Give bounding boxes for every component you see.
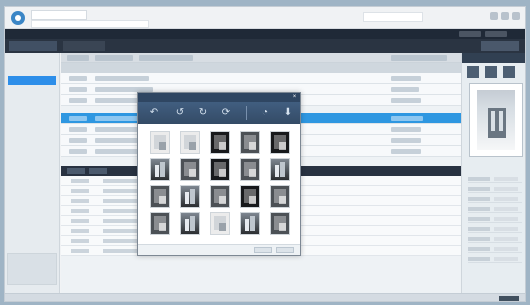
detail-row (468, 246, 522, 253)
image-thumbnail[interactable] (270, 131, 290, 154)
status-bar (5, 293, 525, 301)
detail-row (468, 226, 522, 233)
content-toolbar (61, 53, 461, 63)
preview-card[interactable] (469, 83, 523, 157)
image-thumbnail[interactable] (270, 212, 290, 235)
image-thumbnail[interactable] (150, 185, 170, 208)
address-bar[interactable] (31, 20, 149, 28)
grid-header (61, 63, 461, 73)
image-thumbnail[interactable] (210, 158, 230, 181)
detail-row (468, 196, 522, 203)
dialog-title (138, 93, 300, 102)
thumbnail-grid (145, 131, 295, 239)
toolbar-search[interactable] (139, 55, 193, 61)
image-thumbnail[interactable] (240, 131, 260, 154)
browser-search[interactable] (363, 12, 423, 22)
panel-tool-icon[interactable] (485, 66, 497, 78)
image-thumbnail[interactable] (240, 185, 260, 208)
sidebar-item[interactable] (8, 59, 56, 68)
image-thumbnail[interactable] (210, 185, 230, 208)
image-thumbnail[interactable] (210, 212, 230, 235)
dialog-action-button[interactable] (254, 247, 272, 253)
image-thumbnail[interactable] (150, 212, 170, 235)
detail-row (468, 176, 522, 183)
right-panel (461, 53, 525, 293)
image-thumbnail[interactable] (270, 158, 290, 181)
subgrid-tab[interactable] (89, 168, 107, 174)
image-thumbnail[interactable] (240, 158, 260, 181)
toolbar-divider (246, 106, 247, 120)
dialog-footer (138, 244, 300, 255)
detail-row (468, 256, 522, 263)
panel-tool-icon[interactable] (467, 66, 479, 78)
toolbar-button[interactable] (67, 55, 89, 61)
panel-tool-icon[interactable] (503, 66, 515, 78)
pie-icon[interactable]: ◔ (259, 107, 271, 119)
preview-image (477, 90, 515, 150)
image-thumbnail[interactable] (270, 185, 290, 208)
subgrid-tab[interactable] (67, 168, 85, 174)
sidebar-item[interactable] (8, 87, 56, 96)
browser-logo-icon (11, 11, 25, 25)
detail-row (468, 206, 522, 213)
right-panel-header (462, 53, 525, 63)
sidebar-item[interactable] (8, 98, 56, 107)
dialog-toolbar: ↶ ↺ ↻ ⟳ ◔ ⬇ (138, 102, 300, 124)
sidebar-item-active[interactable] (8, 76, 56, 85)
detail-row (468, 236, 522, 243)
close-icon[interactable]: × (291, 94, 298, 101)
browser-toolbar (5, 7, 525, 29)
image-thumbnail[interactable] (150, 158, 170, 181)
image-thumbnail[interactable] (240, 212, 260, 235)
rotate-left-icon[interactable]: ↶ (148, 107, 160, 119)
detail-row (468, 216, 522, 223)
sidebar (5, 53, 60, 293)
redo-icon[interactable]: ↻ (197, 107, 209, 119)
status-button[interactable] (499, 296, 519, 301)
table-row[interactable] (61, 73, 461, 84)
sidebar-info-panel (7, 253, 57, 285)
reload-icon[interactable]: ⟳ (220, 107, 232, 119)
image-thumbnail[interactable] (180, 131, 200, 154)
browser-home-icon[interactable] (490, 12, 498, 20)
image-thumbnail[interactable] (180, 158, 200, 181)
image-browser-dialog: × ↶ ↺ ↻ ⟳ ◔ ⬇ (137, 92, 301, 256)
header-button[interactable] (485, 31, 507, 37)
detail-row (468, 186, 522, 193)
image-thumbnail[interactable] (210, 131, 230, 154)
nav-right-control[interactable] (481, 41, 519, 51)
toolbar-filter[interactable] (391, 55, 447, 61)
dialog-action-button[interactable] (276, 247, 294, 253)
nav-tab-primary[interactable] (9, 41, 57, 51)
toolbar-button[interactable] (95, 55, 133, 61)
browser-star-icon[interactable] (501, 12, 509, 20)
image-thumbnail[interactable] (180, 212, 200, 235)
app-header (5, 29, 525, 39)
desktop-frame: × ↶ ↺ ↻ ⟳ ◔ ⬇ (0, 0, 530, 305)
browser-menu-icon[interactable] (512, 12, 520, 20)
download-icon[interactable]: ⬇ (282, 107, 294, 119)
header-button[interactable] (459, 31, 481, 37)
image-thumbnail[interactable] (150, 131, 170, 154)
refresh-icon[interactable]: ↺ (174, 107, 186, 119)
main-navigation (5, 39, 525, 53)
nav-tab-secondary[interactable] (63, 41, 105, 51)
image-thumbnail[interactable] (180, 185, 200, 208)
browser-tab[interactable] (31, 10, 87, 20)
